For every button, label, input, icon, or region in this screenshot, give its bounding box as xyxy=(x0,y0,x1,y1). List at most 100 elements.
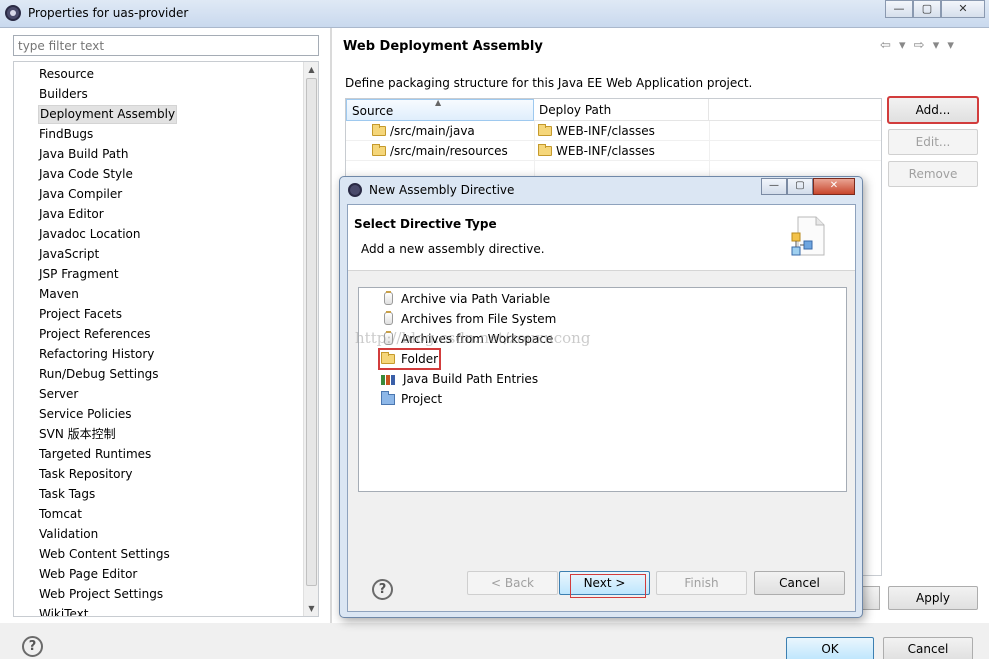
directive-item[interactable]: Archives from File System xyxy=(381,309,556,329)
back-button[interactable]: < Back xyxy=(467,571,558,595)
directive-item-label: Archives from File System xyxy=(401,312,557,326)
dialog-window-controls: — ▢ ✕ xyxy=(761,178,855,195)
cancel-button[interactable]: Cancel xyxy=(883,637,973,659)
library-icon xyxy=(381,373,397,385)
folder-icon xyxy=(381,352,395,364)
folder-icon xyxy=(538,144,552,156)
tree-item[interactable]: Run/Debug Settings xyxy=(38,365,160,384)
folder-icon xyxy=(372,144,386,156)
folder-icon xyxy=(538,124,552,136)
add-button[interactable]: Add... xyxy=(887,96,979,124)
directive-item[interactable]: Java Build Path Entries xyxy=(381,369,538,389)
highlight-box xyxy=(570,574,646,598)
tree-item[interactable]: Javadoc Location xyxy=(38,225,141,244)
tree-item[interactable]: Task Repository xyxy=(38,465,134,484)
edit-button[interactable]: Edit... xyxy=(888,129,978,155)
tree-item[interactable]: Resource xyxy=(38,65,95,84)
directive-item-label: Project xyxy=(401,392,443,406)
directive-item-label: Java Build Path Entries xyxy=(403,372,539,386)
property-page-tree: ▲ ▼ Resource Builders Deployment Assembly F… xyxy=(13,61,319,617)
tree-item[interactable]: WikiText xyxy=(38,605,90,616)
close-button[interactable]: ✕ xyxy=(941,0,985,18)
dialog-maximize-button[interactable]: ▢ xyxy=(787,178,813,195)
tree-item[interactable]: Web Page Editor xyxy=(38,565,138,584)
tree-item[interactable]: Refactoring History xyxy=(38,345,155,364)
tree-item[interactable]: Web Project Settings xyxy=(38,585,164,604)
tree-item[interactable]: Maven xyxy=(38,285,80,304)
pane-sash[interactable] xyxy=(330,28,332,628)
deploy-text: WEB-INF/classes xyxy=(556,144,655,158)
scroll-thumb[interactable] xyxy=(306,78,317,586)
finish-button[interactable]: Finish xyxy=(656,571,747,595)
directive-type-list: Archive via Path Variable Archives from F… xyxy=(358,287,847,492)
history-nav-icons[interactable]: ⇦ ▾ ⇨ ▾ ▾ xyxy=(880,38,956,53)
dialog-titlebar: New Assembly Directive — ▢ ✕ xyxy=(340,177,862,203)
eclipse-icon xyxy=(5,5,21,21)
directive-item[interactable]: Archives from Workspace xyxy=(381,329,553,349)
tree-item[interactable]: JavaScript xyxy=(38,245,100,264)
filter-input[interactable] xyxy=(13,35,319,56)
column-deploy-label: Deploy Path xyxy=(539,103,612,117)
tree-item[interactable]: Targeted Runtimes xyxy=(38,445,152,464)
scroll-up-icon[interactable]: ▲ xyxy=(304,62,318,77)
directive-item[interactable]: Project xyxy=(381,389,442,409)
directive-item-label: Archive via Path Variable xyxy=(401,292,551,306)
tree-item[interactable]: SVN 版本控制 xyxy=(38,425,117,444)
new-assembly-directive-dialog: New Assembly Directive — ▢ ✕ Select Dire… xyxy=(339,176,863,618)
directive-item[interactable]: Archive via Path Variable xyxy=(381,289,550,309)
directive-item-label: Folder xyxy=(401,352,439,366)
tree-item[interactable]: Server xyxy=(38,385,79,404)
tree-item[interactable]: Project Facets xyxy=(38,305,123,324)
jar-icon xyxy=(384,311,393,325)
dialog-close-button[interactable]: ✕ xyxy=(813,178,855,195)
tree-item[interactable]: Deployment Assembly xyxy=(38,105,178,124)
source-cell: /src/main/resources xyxy=(372,141,508,161)
window-controls: — ▢ ✕ xyxy=(885,0,985,18)
tree-item[interactable]: Task Tags xyxy=(38,485,96,504)
table-header: ▲ Source Deploy Path xyxy=(346,99,881,121)
tree-item[interactable]: Java Compiler xyxy=(38,185,123,204)
project-icon xyxy=(381,391,395,405)
wizard-banner-icon xyxy=(791,216,825,256)
page-title: Web Deployment Assembly xyxy=(343,39,543,54)
tree-item[interactable]: Tomcat xyxy=(38,505,83,524)
sort-ascending-icon: ▲ xyxy=(435,98,442,107)
column-source[interactable]: ▲ Source xyxy=(346,99,534,121)
dialog-body: Select Directive Type Add a new assembly… xyxy=(347,204,856,612)
table-row[interactable]: /src/main/resources WEB-INF/classes xyxy=(346,141,881,161)
wizard-description: Add a new assembly directive. xyxy=(361,242,545,256)
apply-button[interactable]: Apply xyxy=(888,586,978,610)
wizard-header: Select Directive Type Add a new assembly… xyxy=(348,205,855,271)
tree-item[interactable]: Java Code Style xyxy=(38,165,134,184)
minimize-button[interactable]: — xyxy=(885,0,913,18)
remove-button[interactable]: Remove xyxy=(888,161,978,187)
ok-button[interactable]: OK xyxy=(786,637,874,659)
dialog-minimize-button[interactable]: — xyxy=(761,178,787,195)
tree-item[interactable]: Java Editor xyxy=(38,205,105,224)
deploy-cell: WEB-INF/classes xyxy=(538,141,655,161)
tree-item[interactable]: JSP Fragment xyxy=(38,265,120,284)
tree-item[interactable]: FindBugs xyxy=(38,125,94,144)
column-deploy-path[interactable]: Deploy Path xyxy=(534,99,709,121)
wizard-title: Select Directive Type xyxy=(354,217,497,231)
folder-icon xyxy=(372,124,386,136)
tree-item[interactable]: Validation xyxy=(38,525,99,544)
tree-item[interactable]: Builders xyxy=(38,85,89,104)
window-title: Properties for uas-provider xyxy=(28,6,189,20)
source-text: /src/main/resources xyxy=(390,144,508,158)
tree-item[interactable]: Web Content Settings xyxy=(38,545,171,564)
help-icon[interactable]: ? xyxy=(372,579,393,600)
tree-scrollbar[interactable]: ▲ ▼ xyxy=(303,62,318,616)
deploy-cell: WEB-INF/classes xyxy=(538,121,655,141)
help-icon[interactable]: ? xyxy=(22,636,43,657)
next-button[interactable]: Next > xyxy=(559,571,650,598)
source-cell: /src/main/java xyxy=(372,121,475,141)
maximize-button[interactable]: ▢ xyxy=(913,0,941,18)
directive-item[interactable]: Folder xyxy=(377,348,442,370)
tree-item[interactable]: Service Policies xyxy=(38,405,133,424)
tree-item[interactable]: Project References xyxy=(38,325,152,344)
tree-item[interactable]: Java Build Path xyxy=(38,145,129,164)
scroll-down-icon[interactable]: ▼ xyxy=(304,601,318,616)
dialog-cancel-button[interactable]: Cancel xyxy=(754,571,845,595)
table-row[interactable]: /src/main/java WEB-INF/classes xyxy=(346,121,881,141)
